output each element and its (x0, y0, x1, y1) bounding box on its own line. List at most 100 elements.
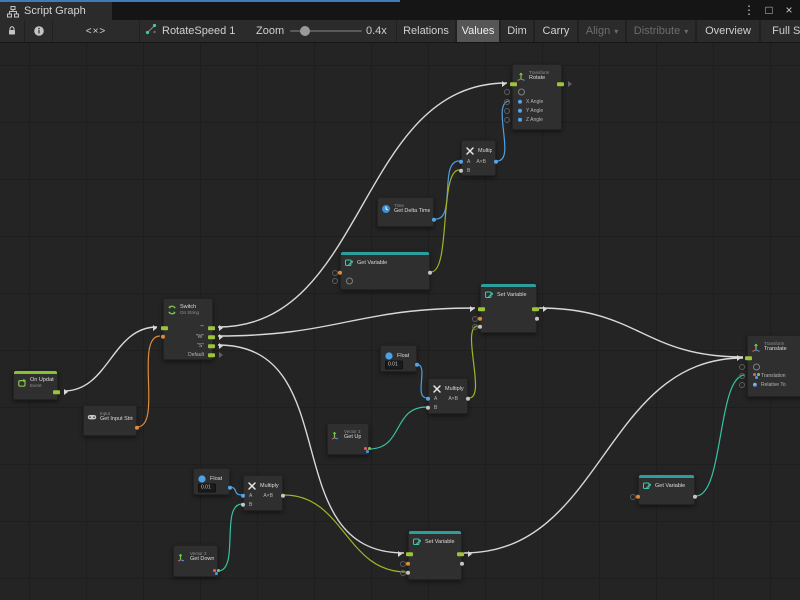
flow-port[interactable] (510, 82, 517, 86)
node-title: Translate (764, 346, 787, 352)
object-port[interactable] (753, 364, 760, 371)
node-rotate[interactable]: TransformRotateX AngleY AngleZ Angle (512, 64, 562, 130)
value-port[interactable] (478, 325, 482, 329)
port-label: B (467, 168, 470, 174)
ghost-port (504, 108, 510, 114)
flow-port[interactable] (208, 353, 215, 357)
toolbar-button-relations[interactable]: Relations (396, 20, 456, 42)
value-port[interactable] (494, 160, 498, 164)
zoom-slider[interactable] (290, 30, 362, 32)
lock-button[interactable] (0, 20, 25, 42)
flow-port[interactable] (161, 326, 168, 330)
node-vector3-get-down[interactable]: Vector 3Get Down (173, 545, 218, 577)
node-float-center[interactable]: Float0.01 (380, 345, 417, 372)
value-port[interactable] (426, 406, 430, 410)
value-port[interactable] (636, 495, 640, 499)
info-button[interactable] (25, 20, 53, 42)
object-port[interactable] (518, 89, 525, 96)
value-port[interactable] (241, 503, 245, 507)
flow-port[interactable] (208, 344, 215, 348)
port-row: B (429, 404, 467, 413)
value-input[interactable]: 0.01 (198, 484, 216, 493)
ghost-port (504, 117, 510, 123)
wire-arrow-icon (543, 306, 547, 312)
toolbar-button-overview[interactable]: Overview (696, 20, 760, 42)
value-port[interactable] (518, 100, 522, 104)
node-get-input-string[interactable]: InputGet Input String (83, 405, 137, 436)
value-input[interactable]: 0.01 (385, 361, 403, 370)
flow-port[interactable] (557, 82, 564, 86)
flow-port[interactable] (457, 552, 464, 556)
node-on-update[interactable]: On UpdateEvent (13, 370, 58, 400)
value-port[interactable] (428, 271, 432, 275)
toolbar-button-carry[interactable]: Carry (534, 20, 578, 42)
vector3-port[interactable] (753, 373, 760, 379)
toolbar-button-align[interactable]: Align▾ (578, 20, 626, 42)
flow-port[interactable] (53, 390, 60, 394)
value-port[interactable] (535, 317, 539, 321)
tab-script-graph[interactable]: Script Graph (0, 2, 112, 20)
value-port[interactable] (518, 118, 522, 122)
node-multiply-bottom[interactable]: MultiplyAA×BB (243, 475, 283, 511)
window-controls: ⋮ □ × (742, 2, 796, 18)
port-row (639, 493, 694, 502)
object-port[interactable] (346, 278, 353, 285)
value-port[interactable] (415, 363, 419, 367)
value-port[interactable] (406, 571, 410, 575)
zoom-fit-button[interactable]: <×> (53, 20, 140, 42)
vector3-port[interactable] (364, 447, 371, 453)
port-row (409, 569, 461, 578)
value-port[interactable] (459, 160, 463, 164)
flow-port[interactable] (208, 335, 215, 339)
node-float-bottom[interactable]: Float 0.01 (193, 468, 230, 495)
toolbar-button-dim[interactable]: Dim (500, 20, 534, 42)
space-port[interactable] (753, 383, 757, 387)
value-port[interactable] (426, 397, 430, 401)
value-port[interactable] (518, 109, 522, 113)
node-set-variable-bottom[interactable]: Set Variable (408, 530, 462, 580)
value-port[interactable] (693, 495, 697, 499)
toolbar-button-label: Distribute (634, 25, 680, 37)
value-port[interactable] (161, 335, 165, 339)
node-multiply-center[interactable]: MultiplyAA×BB (428, 378, 468, 414)
value-port[interactable] (241, 494, 245, 498)
port-label: Z Angle (526, 117, 543, 123)
value-port[interactable] (406, 562, 410, 566)
node-get-variable-bottom[interactable]: Get Variable (638, 474, 695, 505)
maximize-icon[interactable]: □ (762, 2, 776, 18)
node-get-variable-center[interactable]: Get Variable (340, 251, 430, 290)
node-get-delta-time[interactable]: TimeGet Delta Time (377, 197, 434, 227)
toolbar-button-full-screen[interactable]: Full Screen (760, 20, 800, 42)
lock-icon (6, 25, 18, 37)
value-port[interactable] (460, 562, 464, 566)
node-header-text: InputGet Input String (100, 411, 133, 422)
toolbar-button-distribute[interactable]: Distribute▾ (626, 20, 696, 42)
value-port[interactable] (228, 486, 232, 490)
vector3-port[interactable] (213, 569, 220, 575)
node-set-variable-right[interactable]: Set Variable (480, 283, 537, 333)
node-switch[interactable]: SwitchOn String"""W""S"Default (163, 298, 213, 360)
graph-canvas[interactable]: TransformRotateX AngleY AngleZ Angle Mult… (0, 43, 800, 600)
flow-port[interactable] (478, 307, 485, 311)
value-port[interactable] (432, 218, 436, 222)
flow-port[interactable] (406, 552, 413, 556)
toolbar-button-values[interactable]: Values (456, 20, 500, 42)
value-port[interactable] (281, 494, 285, 498)
flow-port[interactable] (208, 326, 215, 330)
value-port[interactable] (478, 317, 482, 321)
node-translate[interactable]: TransformTranslateTranslationRelative To (747, 335, 800, 397)
node-header-text: Float (210, 476, 222, 482)
value-port[interactable] (135, 426, 139, 430)
close-icon[interactable]: × (782, 2, 796, 18)
flow-port[interactable] (745, 356, 752, 360)
node-vector3-get-up[interactable]: Vector 3Get Up (327, 423, 369, 455)
more-icon[interactable]: ⋮ (742, 2, 756, 18)
value-port[interactable] (466, 397, 470, 401)
node-multiply-top[interactable]: MultiplyAA×BB (461, 140, 496, 176)
value-port[interactable] (338, 271, 342, 275)
zoom-slider-handle[interactable] (300, 26, 310, 36)
graph-breadcrumb[interactable]: RotateSpeed 1 (145, 20, 235, 42)
value-port[interactable] (459, 169, 463, 173)
node-title: Get Delta Time (394, 208, 430, 214)
flow-port[interactable] (532, 307, 539, 311)
